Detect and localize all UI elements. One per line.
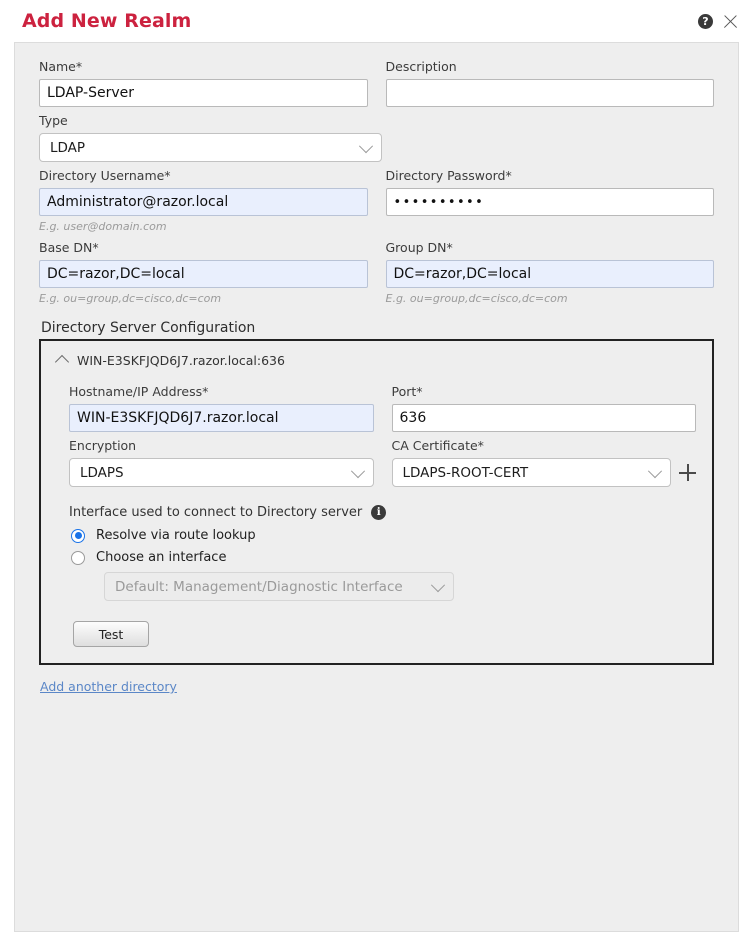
hostname-input[interactable] — [69, 404, 374, 432]
directory-password-label: Directory Password* — [385, 168, 512, 183]
directory-username-group: Directory Username* E.g. user@domain.com — [39, 162, 368, 234]
interface-select-wrapper: Default: Management/Diagnostic Interface — [104, 572, 454, 601]
hostname-group: Hostname/IP Address* — [69, 378, 374, 432]
radio-choose-interface-label: Choose an interface — [96, 550, 227, 565]
realm-form-panel: Name* Description Type LDAP Directory Us… — [14, 42, 739, 932]
ca-certificate-row: LDAPS-ROOT-CERT — [391, 458, 696, 487]
directory-server-fields: Hostname/IP Address* Port* Encryption LD… — [55, 378, 698, 647]
directory-server-name: WIN-E3SKFJQD6J7.razor.local:636 — [77, 353, 285, 368]
ca-certificate-group: CA Certificate* LDAPS-ROOT-CERT — [391, 432, 696, 487]
radio-button-unselected-icon — [71, 550, 85, 565]
chevron-down-icon — [350, 463, 365, 478]
name-description-row: Name* Description — [39, 53, 714, 107]
info-icon[interactable]: i — [371, 505, 387, 520]
encryption-select-value: LDAPS — [80, 464, 124, 481]
radio-button-selected-icon — [71, 528, 85, 543]
group-dn-group: Group DN* E.g. ou=group,dc=cisco,dc=com — [385, 234, 714, 306]
ca-certificate-select-value: LDAPS-ROOT-CERT — [402, 464, 529, 481]
chevron-up-icon — [54, 354, 70, 370]
description-input[interactable] — [385, 79, 714, 107]
group-dn-input[interactable] — [385, 260, 714, 288]
base-dn-label: Base DN* — [39, 240, 99, 255]
group-dn-label: Group DN* — [385, 240, 453, 255]
chevron-down-icon — [647, 463, 663, 478]
chevron-down-icon — [430, 577, 446, 592]
interface-label-text: Interface used to connect to Directory s… — [69, 505, 363, 520]
base-dn-group: Base DN* E.g. ou=group,dc=cisco,dc=com — [39, 234, 368, 306]
directory-server-collapse-header[interactable]: WIN-E3SKFJQD6J7.razor.local:636 — [54, 351, 698, 378]
type-row: Type LDAP — [39, 107, 714, 162]
directory-password-group: Directory Password* — [385, 162, 714, 234]
directory-username-label: Directory Username* — [39, 168, 171, 183]
type-field-group: Type LDAP — [39, 107, 382, 162]
base-dn-input[interactable] — [39, 260, 368, 288]
encryption-group: Encryption LDAPS — [69, 432, 374, 487]
interface-select[interactable]: Default: Management/Diagnostic Interface — [104, 572, 454, 601]
radio-resolve-via-route-lookup[interactable]: Resolve via route lookup — [71, 528, 696, 543]
test-button[interactable]: Test — [73, 621, 149, 647]
add-another-directory-link[interactable]: Add another directory — [40, 679, 177, 694]
encryption-cert-row: Encryption LDAPS CA Certificate* LDAPS-R… — [69, 432, 696, 487]
name-label: Name* — [39, 59, 83, 74]
directory-username-input[interactable] — [39, 188, 368, 216]
ca-certificate-label: CA Certificate* — [391, 438, 484, 453]
directory-server-panel: WIN-E3SKFJQD6J7.razor.local:636 Hostname… — [39, 339, 714, 665]
description-field-group: Description — [385, 53, 714, 107]
base-dn-hint: E.g. ou=group,dc=cisco,dc=com — [39, 292, 222, 305]
name-field-group: Name* — [39, 53, 368, 107]
encryption-select[interactable]: LDAPS — [69, 458, 374, 487]
directory-username-hint: E.g. user@domain.com — [39, 220, 167, 233]
interface-section-label: Interface used to connect to Directory s… — [69, 505, 696, 520]
dn-row: Base DN* E.g. ou=group,dc=cisco,dc=com G… — [39, 234, 714, 306]
encryption-label: Encryption — [69, 438, 137, 453]
description-label: Description — [385, 59, 457, 74]
directory-password-input[interactable] — [385, 188, 714, 216]
type-label: Type — [39, 113, 68, 128]
group-dn-hint: E.g. ou=group,dc=cisco,dc=com — [385, 292, 568, 305]
radio-resolve-label: Resolve via route lookup — [96, 528, 256, 543]
radio-choose-an-interface[interactable]: Choose an interface — [71, 550, 696, 565]
hostname-port-row: Hostname/IP Address* Port* — [69, 378, 696, 432]
port-input[interactable] — [391, 404, 696, 432]
hostname-label: Hostname/IP Address* — [69, 384, 209, 399]
port-label: Port* — [391, 384, 423, 399]
page-title: Add New Realm — [22, 10, 192, 32]
directory-server-section-title: Directory Server Configuration — [41, 320, 256, 336]
ca-certificate-select[interactable]: LDAPS-ROOT-CERT — [391, 458, 671, 487]
close-icon[interactable] — [722, 13, 739, 30]
dialog-titlebar: Add New Realm ? — [0, 0, 753, 42]
titlebar-actions: ? — [698, 13, 739, 30]
type-select-value: LDAP — [50, 139, 86, 156]
type-select[interactable]: LDAP — [39, 133, 382, 162]
help-circle-icon[interactable]: ? — [698, 13, 713, 29]
plus-icon[interactable] — [679, 464, 696, 481]
chevron-down-icon — [358, 138, 374, 153]
port-group: Port* — [391, 378, 696, 432]
name-input[interactable] — [39, 79, 368, 107]
credentials-row: Directory Username* E.g. user@domain.com… — [39, 162, 714, 234]
add-new-realm-dialog: Add New Realm ? Name* Description Type L… — [0, 0, 753, 946]
interface-select-value: Default: Management/Diagnostic Interface — [115, 578, 403, 595]
